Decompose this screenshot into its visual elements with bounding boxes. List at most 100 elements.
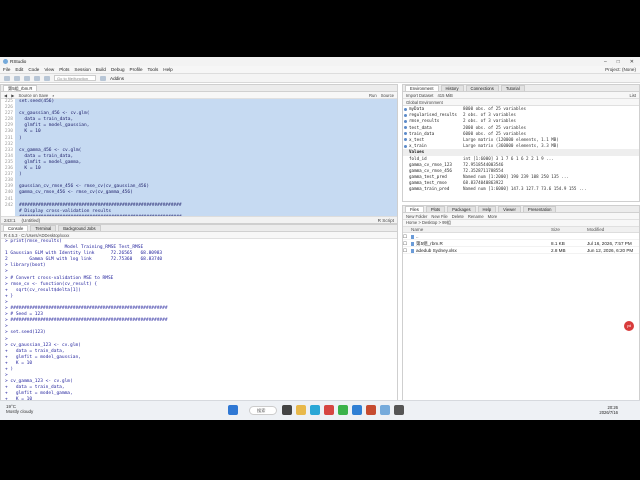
environment-scope-bar: Global Environment bbox=[403, 99, 639, 106]
weather-desc: Mostly cloudy bbox=[6, 409, 34, 414]
tab-terminal[interactable]: Terminal bbox=[30, 225, 57, 231]
new-file-icon[interactable] bbox=[4, 75, 10, 81]
memory-usage[interactable]: 415 MiB bbox=[437, 93, 452, 98]
save-all-icon[interactable] bbox=[34, 75, 40, 81]
menu-plots[interactable]: Plots bbox=[59, 67, 69, 72]
delete-button[interactable]: Delete bbox=[452, 214, 464, 219]
file-name[interactable]: 第5组_rbm.R bbox=[416, 241, 443, 246]
file-row[interactable]: ☐ adedub Sydney.xlsx 2.8 MB Jun 12, 2026, 6… bbox=[403, 247, 639, 254]
menu-file[interactable]: File bbox=[3, 67, 10, 72]
goto-file-input[interactable]: Go to file/function bbox=[54, 75, 96, 81]
tab-presentation[interactable]: Presentation bbox=[522, 206, 557, 212]
file-type[interactable]: R Script bbox=[378, 218, 394, 223]
file-name[interactable]: .. bbox=[416, 234, 419, 239]
back-arrow-icon[interactable]: ◀ bbox=[4, 93, 7, 98]
editor-tab[interactable]: 第5组_rbm.R bbox=[3, 85, 38, 91]
file-checkbox[interactable]: ☐ bbox=[403, 240, 411, 246]
env-value-row[interactable]: gamma_train_pred Named num [1:6000] 147.3… bbox=[403, 186, 639, 192]
file-name-cell[interactable]: 第5组_rbm.R bbox=[411, 240, 551, 246]
minimize-button[interactable]: – bbox=[604, 59, 607, 65]
wechat-icon[interactable] bbox=[338, 405, 348, 415]
editor-statusbar: 243:1 (Untitled) R Script bbox=[1, 216, 397, 223]
code-editor[interactable]: 225 226 227 228 229 230 231 232 233 234 235 236 237 2… bbox=[1, 99, 397, 220]
environment-tabbar: Environment History Connections Tutorial bbox=[403, 85, 639, 92]
file-checkbox[interactable]: ☐ bbox=[403, 233, 411, 239]
scope-select[interactable]: Global Environment bbox=[406, 100, 443, 105]
menu-profile[interactable]: Profile bbox=[130, 67, 143, 72]
file-checkbox[interactable]: ☐ bbox=[403, 247, 411, 253]
start-icon[interactable] bbox=[228, 405, 238, 415]
tab-tutorial[interactable]: Tutorial bbox=[500, 85, 525, 91]
console-output[interactable]: > print(rmse_results) Model Training_RMS… bbox=[1, 239, 397, 406]
tab-console[interactable]: Console bbox=[3, 225, 29, 231]
file-name[interactable]: adedub Sydney.xlsx bbox=[416, 248, 457, 253]
main-toolbar: Go to file/function Addins bbox=[0, 74, 640, 83]
rstudio-taskbar-icon[interactable] bbox=[380, 405, 390, 415]
run-button[interactable]: Run bbox=[369, 93, 377, 98]
files-toolbar: New Folder New File Delete Rename More bbox=[403, 213, 639, 220]
file-name-cell[interactable]: .. bbox=[411, 233, 551, 239]
terminal-icon[interactable] bbox=[394, 405, 404, 415]
addins-button[interactable]: Addins bbox=[110, 76, 124, 81]
source-on-save-checkbox[interactable]: Source on Save bbox=[18, 93, 48, 98]
save-icon[interactable] bbox=[24, 75, 30, 81]
menu-code[interactable]: Code bbox=[28, 67, 39, 72]
window-controls: – □ ✕ bbox=[604, 59, 640, 65]
title-bar: RStudio – □ ✕ bbox=[0, 57, 640, 66]
new-folder-button[interactable]: New Folder bbox=[406, 214, 427, 219]
powerpoint-icon[interactable] bbox=[366, 405, 376, 415]
tab-plots[interactable]: Plots bbox=[425, 206, 446, 212]
column-name[interactable]: Name bbox=[411, 227, 551, 232]
menu-debug[interactable]: Debug bbox=[111, 67, 125, 72]
floating-badge[interactable]: yd bbox=[624, 321, 634, 331]
forward-arrow-icon[interactable]: ▶ bbox=[11, 93, 14, 98]
view-mode-select[interactable]: List bbox=[629, 93, 636, 98]
search-icon[interactable]: ⌕ bbox=[52, 93, 54, 98]
breadcrumb-path[interactable]: Home > Desktop > 99组 bbox=[406, 220, 451, 226]
tab-history[interactable]: History bbox=[440, 85, 464, 91]
rename-button[interactable]: Rename bbox=[468, 214, 484, 219]
tab-background-jobs[interactable]: Background Jobs bbox=[58, 225, 101, 231]
menu-help[interactable]: Help bbox=[163, 67, 172, 72]
app-icon-red[interactable] bbox=[324, 405, 334, 415]
maximize-button[interactable]: □ bbox=[617, 59, 620, 65]
menu-tools[interactable]: Tools bbox=[148, 67, 159, 72]
edge-icon[interactable] bbox=[310, 405, 320, 415]
scope-context[interactable]: (Untitled) bbox=[22, 218, 41, 223]
column-size[interactable]: Size bbox=[551, 227, 587, 232]
menu-view[interactable]: View bbox=[44, 67, 54, 72]
menu-session[interactable]: Session bbox=[74, 67, 90, 72]
file-row[interactable]: ☐.. bbox=[403, 233, 639, 240]
source-button[interactable]: Source bbox=[381, 93, 394, 98]
tab-packages[interactable]: Packages bbox=[447, 206, 476, 212]
file-row[interactable]: ☐ 第5组_rbm.R 8.1 KB Jul 16, 2026, 7:57 PM bbox=[403, 240, 639, 247]
file-size bbox=[551, 233, 587, 239]
tab-connections[interactable]: Connections bbox=[465, 85, 499, 91]
console-pane: Console Terminal Background Jobs R 4.5.3… bbox=[0, 224, 398, 407]
close-button[interactable]: ✕ bbox=[630, 59, 634, 65]
file-name-cell[interactable]: adedub Sydney.xlsx bbox=[411, 247, 551, 253]
project-menu[interactable]: Project: (None) bbox=[605, 67, 636, 72]
system-clock[interactable]: 20:26 2026/7/16 bbox=[599, 405, 618, 415]
import-dataset-button[interactable]: Import Dataset bbox=[406, 93, 433, 98]
more-button[interactable]: More bbox=[488, 214, 498, 219]
tab-viewer[interactable]: Viewer bbox=[498, 206, 521, 212]
new-file-button[interactable]: New File bbox=[431, 214, 447, 219]
code-lines[interactable]: set.seed(456) cv_gaussian_456 <- cv.glm( … bbox=[15, 99, 397, 220]
taskbar-search[interactable]: 搜索 bbox=[249, 406, 277, 415]
task-view-icon[interactable] bbox=[282, 405, 292, 415]
tab-files[interactable]: Files bbox=[405, 206, 424, 212]
weather-widget[interactable]: 19°C Mostly cloudy bbox=[6, 404, 33, 414]
open-project-icon[interactable] bbox=[14, 75, 20, 81]
column-modified[interactable]: Modified bbox=[587, 227, 639, 232]
file-modified: Jul 16, 2026, 7:57 PM bbox=[587, 241, 632, 246]
file-explorer-icon[interactable] bbox=[296, 405, 306, 415]
menu-build[interactable]: Build bbox=[96, 67, 106, 72]
env-var-value: Large matrix (360000 elements, 3.3 MB) bbox=[463, 143, 559, 149]
tab-environment[interactable]: Environment bbox=[405, 85, 439, 91]
print-icon[interactable] bbox=[44, 75, 50, 81]
word-icon[interactable] bbox=[352, 405, 362, 415]
grid-icon[interactable] bbox=[100, 75, 106, 81]
tab-help[interactable]: Help bbox=[477, 206, 497, 212]
menu-edit[interactable]: Edit bbox=[15, 67, 23, 72]
